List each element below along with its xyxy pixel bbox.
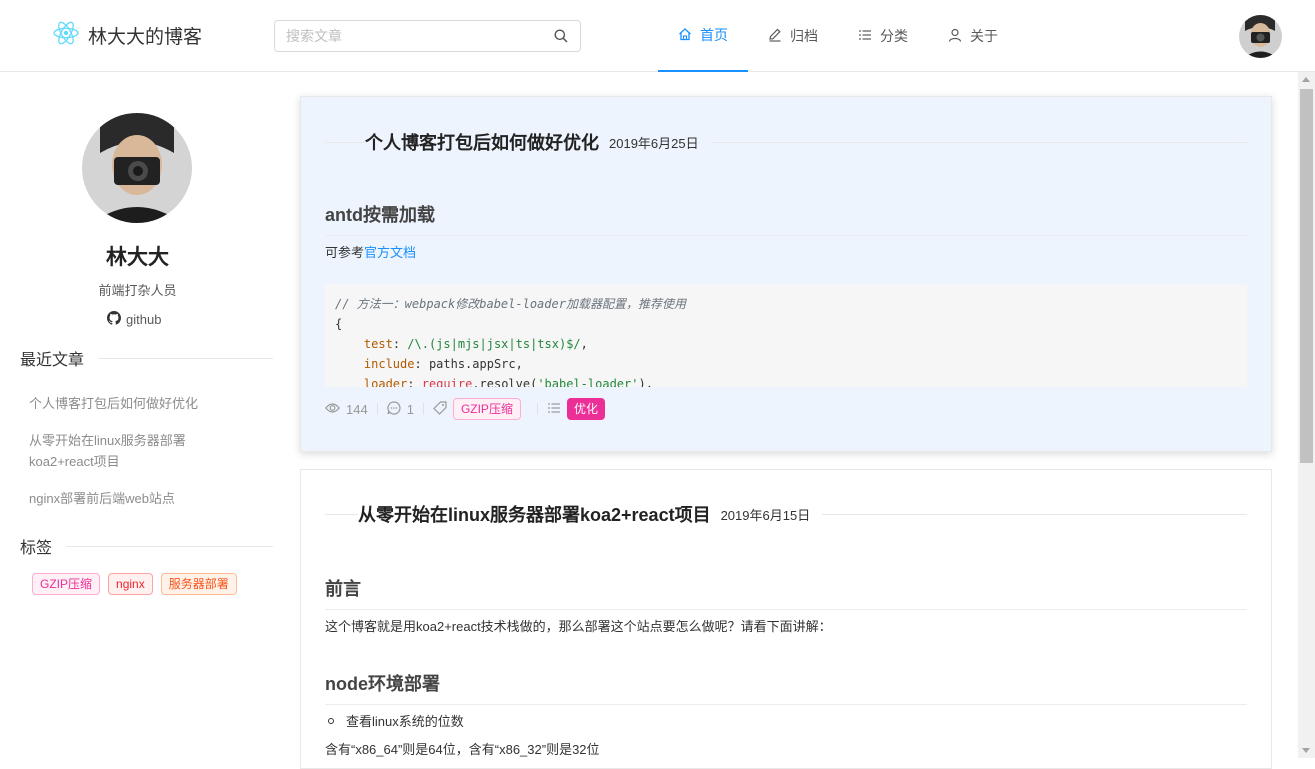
vertical-scrollbar[interactable] [1298,72,1315,758]
tag-server-deploy[interactable]: 服务器部署 [160,573,237,595]
search-icon[interactable] [554,29,568,48]
code-key: loader [363,377,408,387]
eye-icon [325,402,340,417]
user-icon [948,28,962,45]
article-category: 优化 [547,398,605,420]
top-header: 林大大的博客 首页 [0,0,1315,72]
article-header: 个人博客打包后如何做好优化 2019年6月25日 [325,129,1247,155]
nav-archive[interactable]: 归档 [748,0,838,72]
nav-archive-label: 归档 [790,28,818,44]
article-heading: 前言 [325,575,1247,610]
code-function: require [421,377,473,387]
recent-articles-title: 最近文章 [20,352,85,369]
tags-title: 标签 [20,540,53,557]
article-meta: 144 1 GZIP压缩 优化 [325,398,605,420]
code-block: // 方法一：webpack修改babel-loader加载器配置，推荐使用 {… [325,284,1247,387]
article-heading: node环境部署 [325,670,1247,705]
scroll-up-arrow-icon[interactable] [1302,77,1310,82]
category-tag[interactable]: 优化 [566,398,605,420]
tag-nginx[interactable]: nginx [108,573,153,595]
profile-name: 林大大 [106,246,169,269]
nav-home[interactable]: 首页 [658,0,748,72]
article-paragraph: 这个博客就是用koa2+react技术栈做的，那么部署这个站点要怎么做呢？请看下… [325,619,832,634]
profile-avatar [82,113,192,223]
scrollbar-thumb[interactable] [1300,89,1313,463]
comment-count-value: 1 [406,401,414,417]
nav-categories[interactable]: 分类 [838,0,928,72]
nav-categories-label: 分类 [880,28,908,44]
scroll-down-arrow-icon[interactable] [1302,748,1310,753]
react-logo-icon [52,20,80,51]
article-title[interactable]: 从零开始在linux服务器部署koa2+react项目 [358,501,711,527]
article-date: 2019年6月15日 [720,507,811,523]
user-avatar[interactable] [1239,15,1282,58]
view-count: 144 [325,402,368,417]
code-value: paths.appSrc, [428,357,523,371]
article-title[interactable]: 个人博客打包后如何做好优化 [365,129,599,155]
article-paragraph: 可参考官方文档 [325,242,1247,261]
github-link[interactable]: github [107,311,161,328]
site-title[interactable]: 林大大的博客 [88,22,202,49]
profile-description: 前端打杂人员 [98,283,177,298]
code-line: { [335,317,343,331]
tag-gzip[interactable]: GZIP压缩 [32,573,101,595]
nav-about[interactable]: 关于 [928,0,1018,72]
nav-about-label: 关于 [970,28,998,44]
article-card[interactable]: 个人博客打包后如何做好优化 2019年6月25日 antd按需加载 可参考官方文… [300,96,1272,452]
official-docs-link[interactable]: 官方文档 [364,245,416,260]
list-icon [547,401,561,418]
code-key: test [363,337,393,351]
sidebar: 林大大 前端打杂人员 github 最近文章 个人博客打包后如何做好优化 从零开… [0,73,275,758]
recent-article-link[interactable]: nginx部署前后端web站点 [29,488,229,509]
article-paragraph: 含有“x86_64”则是64位，含有“x86_32”则是32位 [325,742,600,757]
edit-icon [768,28,782,45]
article-card[interactable]: 从零开始在linux服务器部署koa2+react项目 2019年6月15日 前… [300,469,1272,769]
list-icon [858,28,872,45]
list-item: 查看linux系统的位数 [325,711,464,730]
code-regex: /\.(js|mjs|jsx|ts|tsx)$/ [407,337,581,351]
search-box [274,20,581,52]
article-tags: GZIP压缩 [433,398,521,420]
search-input[interactable] [275,21,535,51]
article-header: 从零开始在linux服务器部署koa2+react项目 2019年6月15日 [325,501,1247,527]
nav-home-label: 首页 [700,27,728,43]
article-tag[interactable]: GZIP压缩 [452,398,521,420]
recent-article-link[interactable]: 个人博客打包后如何做好优化 [29,393,229,414]
message-icon [387,400,401,418]
article-date: 2019年6月25日 [609,135,699,151]
code-key: include [363,357,415,371]
logo[interactable]: 林大大的博客 [52,20,202,51]
bullet-icon [328,717,334,724]
main-nav: 首页 归档 分类 关于 [658,0,1018,72]
recent-article-link[interactable]: 从零开始在linux服务器部署koa2+react项目 [29,430,211,472]
tag-icon [433,400,447,418]
code-comment: // 方法一：webpack修改babel-loader加载器配置，推荐使用 [335,297,686,311]
article-heading: antd按需加载 [325,201,1247,236]
tags-heading: 标签 [0,534,273,558]
github-icon [107,311,121,328]
paragraph-text: 可参考 [325,245,365,260]
code-string: 'babel-loader' [537,377,639,387]
list-item-text: 查看linux系统的位数 [346,714,464,729]
tag-cloud: GZIP压缩 nginx 服务器部署 [32,573,237,595]
comment-count: 1 [387,400,414,418]
recent-articles-heading: 最近文章 [0,346,273,370]
home-icon [678,27,692,44]
view-count-value: 144 [346,401,368,417]
github-label: github [126,312,162,327]
code-value: .resolve( [472,377,538,387]
code-value: ), [638,377,653,387]
